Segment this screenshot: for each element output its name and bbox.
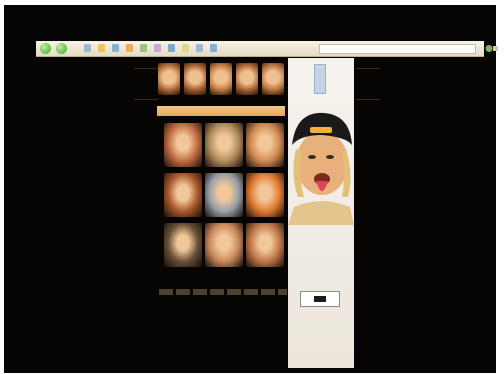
toolbar-button-icon[interactable] — [112, 44, 119, 52]
toolbar-button-icon[interactable] — [196, 44, 203, 52]
side-tab[interactable] — [314, 64, 326, 94]
toolbar-button-icon[interactable] — [126, 44, 133, 52]
gallery-photo-portrait-bw[interactable] — [205, 173, 243, 217]
banner-thumbnail[interactable] — [184, 63, 206, 95]
banner-rule-right — [356, 68, 380, 69]
section-rule-right — [356, 99, 380, 100]
gallery-photo-portrait-tongue[interactable] — [164, 123, 202, 167]
address-bar[interactable] — [319, 44, 476, 54]
gallery-photo-portrait-orange[interactable] — [246, 173, 284, 217]
section-rule-left — [134, 99, 158, 100]
hero-portrait-image — [288, 112, 354, 225]
gallery-photo-portrait-tan[interactable] — [246, 223, 284, 267]
forward-arrow-icon[interactable] — [56, 43, 67, 54]
gallery-photo-portrait-closeup[interactable] — [246, 123, 284, 167]
section-band — [157, 106, 285, 116]
banner-thumbnail[interactable] — [236, 63, 258, 95]
banner-thumbnail[interactable] — [210, 63, 232, 95]
banner-rule-left — [134, 68, 158, 69]
gallery-photo-portrait-grin[interactable] — [205, 123, 243, 167]
toolbar-button-icon[interactable] — [154, 44, 161, 52]
browser-toolbar — [36, 41, 498, 57]
web-page — [36, 57, 484, 368]
side-button[interactable] — [300, 291, 340, 307]
banner-thumbnail[interactable] — [158, 63, 180, 95]
toolbar-button-icon[interactable] — [98, 44, 105, 52]
gallery-photo-portrait-dark[interactable] — [164, 223, 202, 267]
toolbar-button-icon[interactable] — [84, 44, 91, 52]
toolbar-button-icon[interactable] — [140, 44, 147, 52]
gallery-links-row[interactable] — [159, 289, 287, 295]
toolbar-button-icon[interactable] — [210, 44, 217, 52]
gallery-photo-portrait-smirk[interactable] — [205, 223, 243, 267]
banner-thumbnail[interactable] — [262, 63, 284, 95]
toolbar-button-icon[interactable] — [182, 44, 189, 52]
gallery-photo-portrait-sunglasses[interactable] — [164, 173, 202, 217]
back-arrow-icon[interactable] — [40, 43, 51, 54]
toolbar-button-icon[interactable] — [168, 44, 175, 52]
go-icon[interactable] — [484, 44, 498, 53]
